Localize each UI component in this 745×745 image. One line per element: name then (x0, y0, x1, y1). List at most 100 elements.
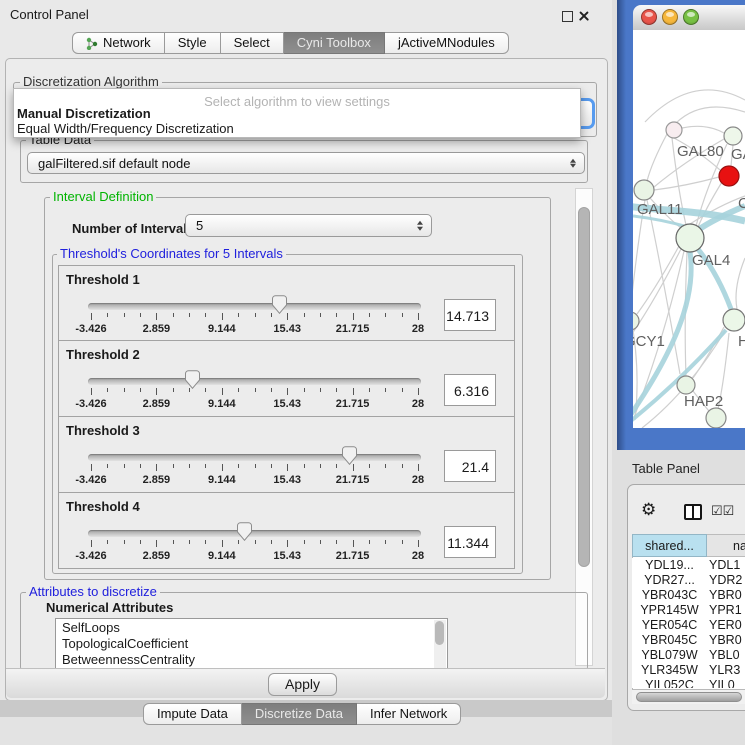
vertical-scrollbar-thumb[interactable] (578, 207, 590, 567)
slider-tick-label: 2.859 (143, 550, 171, 562)
slider-tick (336, 388, 337, 392)
slider-tick (385, 540, 386, 544)
gear-icon[interactable]: ⚙ (641, 501, 656, 519)
slider-tick-label: -3.426 (75, 323, 106, 335)
slider-tick (369, 388, 370, 392)
panel-title: Control Panel (10, 7, 89, 22)
threshold-value-field[interactable]: 21.4 (444, 450, 496, 482)
tab-label: Discretize Data (255, 704, 343, 724)
graph-node-c[interactable] (719, 166, 739, 186)
slider-tick (205, 388, 206, 392)
table-row[interactable]: YBL079WYBL0 (632, 648, 745, 663)
slider-tick (222, 464, 223, 471)
column-header-name[interactable]: na (707, 534, 745, 557)
graph-node-gcy1[interactable] (633, 312, 639, 330)
slider-tick (402, 388, 403, 392)
slider-tick (385, 388, 386, 392)
float-window-icon[interactable] (562, 11, 573, 22)
columns-icon[interactable] (684, 504, 702, 520)
graph-node-label: GA (731, 146, 745, 163)
slider-tick (173, 540, 174, 544)
graph-node-gal4[interactable] (676, 224, 704, 252)
slider-tick-label: 9.144 (208, 323, 236, 335)
table-row[interactable]: YPR145WYPR1 (632, 603, 745, 618)
table-row[interactable]: YBR043CYBR0 (632, 588, 745, 603)
slider-tick-label: 28 (412, 474, 424, 486)
list-item[interactable]: BetweennessCentrality (56, 652, 447, 667)
number-of-intervals-combobox[interactable]: 5 (185, 214, 432, 237)
graph-node-unlabeled[interactable] (706, 408, 726, 428)
network-view-canvas[interactable]: GAL80GACGAL11GAL4GCY1HHAP2 (633, 30, 745, 428)
slider-tick (385, 464, 386, 468)
table-row[interactable]: YLR345WYLR3 (632, 663, 745, 678)
slider-tick (369, 540, 370, 544)
graph-node-h[interactable] (723, 309, 745, 331)
tab-network[interactable]: Network (72, 32, 165, 54)
tab-jactivemnodules[interactable]: jActiveMNodules (385, 32, 509, 54)
slider-tick (140, 313, 141, 317)
apply-button[interactable]: Apply (268, 673, 337, 696)
tab-impute-data[interactable]: Impute Data (143, 703, 242, 725)
number-of-intervals-label: Number of Intervals (72, 221, 194, 236)
slider-handle[interactable] (342, 446, 357, 468)
cell-shared-name: YDL19... (632, 558, 707, 573)
network-icon (86, 37, 98, 50)
slider-tick (304, 540, 305, 544)
close-icon[interactable] (577, 9, 591, 23)
list-item[interactable]: TopologicalCoefficient (56, 636, 447, 651)
graph-node-label: GCY1 (633, 333, 665, 350)
list-scrollbar[interactable] (434, 620, 446, 668)
tab-select[interactable]: Select (221, 32, 284, 54)
combobox-stepper-icon (570, 157, 577, 170)
slider-tick (140, 388, 141, 392)
slider-tick (107, 540, 108, 544)
slider-handle[interactable] (237, 522, 252, 544)
dropdown-item[interactable]: Equal Width/Frequency Discretization (17, 121, 234, 136)
slider-tick-label: 28 (412, 550, 424, 562)
tab-infer-network[interactable]: Infer Network (357, 703, 461, 725)
graph-node-hap2[interactable] (677, 376, 695, 394)
tab-style[interactable]: Style (165, 32, 221, 54)
graph-node-gal11[interactable] (634, 180, 654, 200)
threshold-value-field[interactable]: 14.713 (444, 299, 496, 331)
slider-tick (222, 540, 223, 547)
table-row[interactable]: YDR27...YDR2 (632, 573, 745, 588)
threshold-slider-track[interactable] (88, 454, 421, 461)
threshold-value-field[interactable]: 6.316 (444, 374, 496, 406)
select-columns-icon[interactable]: ☑☑ (711, 503, 734, 519)
dropdown-item[interactable]: Manual Discretization (17, 106, 151, 121)
tab-cyni-toolbox[interactable]: Cyni Toolbox (284, 32, 385, 54)
slider-tick-label: 15.43 (273, 474, 301, 486)
table-data-combobox[interactable]: galFiltered.sif default node (27, 152, 585, 174)
graph-node-ga[interactable] (724, 127, 742, 145)
cell-shared-name: YIL052C (632, 678, 707, 688)
algorithm-dropdown-popup: Select algorithm to view settings Manual… (13, 88, 581, 138)
tab-label: Infer Network (370, 704, 447, 724)
threshold-panel: Threshold 1-3.4262.8599.14415.4321.71528… (58, 265, 515, 341)
threshold-slider-track[interactable] (88, 303, 421, 310)
tab-label: Cyni Toolbox (297, 33, 371, 53)
table-row[interactable]: YBR045CYBR0 (632, 633, 745, 648)
slider-tick (91, 388, 92, 395)
graph-edge (682, 126, 724, 133)
list-item[interactable]: SelfLoops (56, 620, 447, 635)
threshold-value-field[interactable]: 11.344 (444, 526, 496, 558)
threshold-slider-track[interactable] (88, 530, 421, 537)
horizontal-scrollbar-thumb[interactable] (636, 692, 742, 702)
graph-node-gal80[interactable] (666, 122, 682, 138)
cell-name: YPR1 (708, 603, 742, 618)
table-row[interactable]: YDL19...YDL1 (632, 558, 745, 573)
zoom-button[interactable] (683, 9, 699, 25)
graph-edge (647, 134, 667, 181)
tab-discretize-data[interactable]: Discretize Data (242, 703, 357, 725)
table-panel-title: Table Panel (632, 461, 700, 476)
slider-handle[interactable] (185, 370, 200, 392)
threshold-slider-track[interactable] (88, 378, 421, 385)
table-row[interactable]: YIL052CYIL0 (632, 678, 745, 688)
column-header-shared-name[interactable]: shared... (632, 534, 707, 557)
slider-handle[interactable] (272, 295, 287, 317)
close-button[interactable] (641, 9, 657, 25)
table-row[interactable]: YER054CYER0 (632, 618, 745, 633)
graph-node-label: GAL80 (677, 143, 724, 160)
minimize-button[interactable] (662, 9, 678, 25)
